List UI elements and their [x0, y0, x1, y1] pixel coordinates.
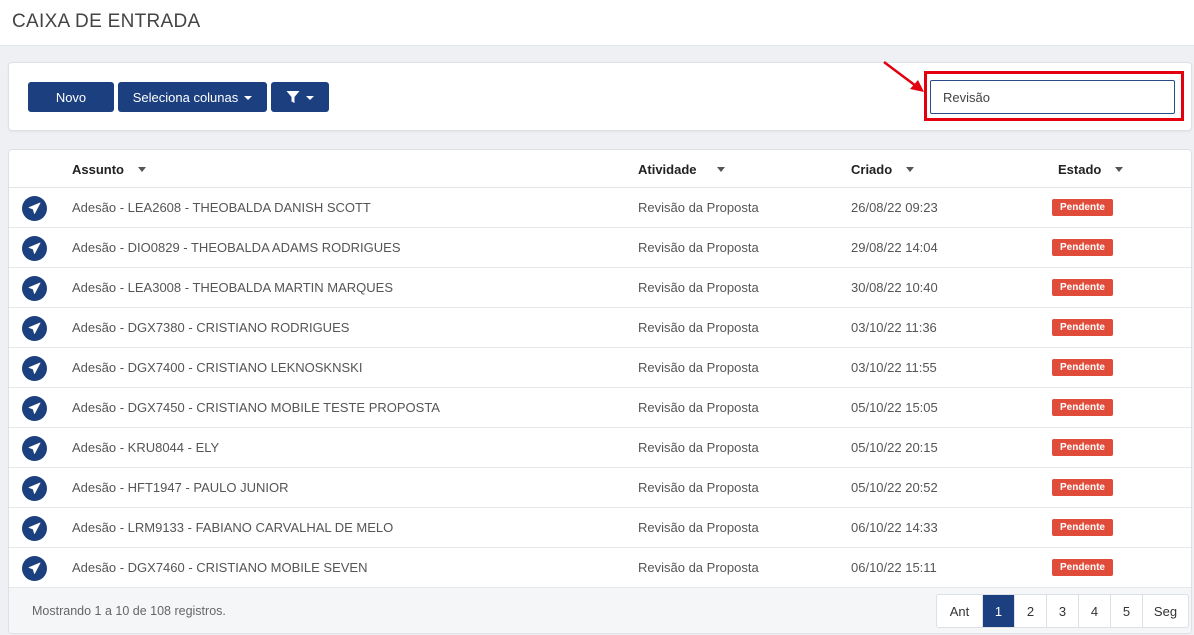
cell-created: 06/10/22 14:33 — [851, 520, 938, 535]
cell-created: 05/10/22 20:15 — [851, 440, 938, 455]
status-badge: Pendente — [1052, 239, 1113, 256]
cell-created: 30/08/22 10:40 — [851, 280, 938, 295]
table-row[interactable]: Adesão - DGX7400 - CRISTIANO LEKNOSKNSKI… — [9, 348, 1191, 388]
cell-activity: Revisão da Proposta — [638, 280, 759, 295]
cell-subject: Adesão - HFT1947 - PAULO JUNIOR — [72, 480, 289, 495]
cell-activity: Revisão da Proposta — [638, 200, 759, 215]
cell-created: 03/10/22 11:36 — [851, 320, 937, 335]
cell-created: 06/10/22 15:11 — [851, 560, 937, 575]
cell-activity: Revisão da Proposta — [638, 240, 759, 255]
status-badge: Pendente — [1052, 519, 1113, 536]
records-info: Mostrando 1 a 10 de 108 registros. — [32, 604, 226, 618]
cell-subject: Adesão - DGX7460 - CRISTIANO MOBILE SEVE… — [72, 560, 368, 575]
cell-created: 05/10/22 15:05 — [851, 400, 938, 415]
column-header-created[interactable]: Criado — [851, 162, 915, 177]
table-footer: Mostrando 1 a 10 de 108 registros. Ant 1… — [9, 588, 1191, 633]
send-icon[interactable] — [22, 356, 47, 381]
cell-created: 29/08/22 14:04 — [851, 240, 938, 255]
status-badge: Pendente — [1052, 319, 1113, 336]
filter-button[interactable] — [271, 82, 329, 112]
cell-subject: Adesão - DIO0829 - THEOBALDA ADAMS RODRI… — [72, 240, 401, 255]
sort-caret-icon — [716, 167, 725, 172]
cell-subject: Adesão - LRM9133 - FABIANO CARVALHAL DE … — [72, 520, 394, 535]
send-icon[interactable] — [22, 316, 47, 341]
cell-created: 05/10/22 20:52 — [851, 480, 938, 495]
new-button-label: Novo — [55, 89, 87, 105]
table-row[interactable]: Adesão - HFT1947 - PAULO JUNIOR Revisão d… — [9, 468, 1191, 508]
sort-caret-icon — [138, 167, 146, 172]
cell-subject: Adesão - KRU8044 - ELY — [72, 440, 220, 455]
page-title: CAIXA DE ENTRADA — [12, 11, 201, 32]
table-row[interactable]: Adesão - DGX7460 - CRISTIANO MOBILE SEVE… — [9, 548, 1191, 588]
column-header-label: Estado — [1058, 162, 1102, 177]
send-icon[interactable] — [22, 196, 47, 221]
cell-activity: Revisão da Proposta — [638, 440, 759, 455]
table-row[interactable]: Adesão - LRM9133 - FABIANO CARVALHAL DE … — [9, 508, 1191, 548]
cell-subject: Adesão - LEA2608 - THEOBALDA DANISH SCOT… — [72, 200, 371, 215]
column-header-status[interactable]: Estado — [1058, 162, 1124, 177]
status-badge: Pendente — [1052, 559, 1113, 576]
select-columns-label: Seleciona colunas — [132, 89, 239, 105]
status-badge: Pendente — [1052, 479, 1113, 496]
cell-subject: Adesão - DGX7380 - CRISTIANO RODRIGUES — [72, 320, 350, 335]
new-button[interactable]: Novo — [28, 82, 114, 112]
select-columns-button[interactable]: Seleciona colunas — [118, 82, 267, 112]
pagination-page-4[interactable]: 4 — [1078, 595, 1110, 627]
column-header-subject[interactable]: Assunto — [72, 162, 146, 177]
cell-activity: Revisão da Proposta — [638, 360, 759, 375]
cell-created: 03/10/22 11:55 — [851, 360, 937, 375]
pagination-page-5[interactable]: 5 — [1110, 595, 1142, 627]
sort-caret-icon — [1115, 167, 1124, 172]
column-header-label: Atividade — [638, 162, 697, 177]
pagination-page-3[interactable]: 3 — [1046, 595, 1078, 627]
status-badge: Pendente — [1052, 399, 1113, 416]
column-header-label: Criado — [851, 162, 893, 177]
cell-created: 26/08/22 09:23 — [851, 200, 938, 215]
table-row[interactable]: Adesão - DGX7380 - CRISTIANO RODRIGUES Re… — [9, 308, 1191, 348]
status-badge: Pendente — [1052, 439, 1113, 456]
column-header-label: Assunto — [72, 162, 124, 177]
pagination-page-2[interactable]: 2 — [1014, 595, 1046, 627]
send-icon[interactable] — [22, 516, 47, 541]
cell-activity: Revisão da Proposta — [638, 480, 759, 495]
send-icon[interactable] — [22, 556, 47, 581]
table-row[interactable]: Adesão - LEA3008 - THEOBALDA MARTIN MARQ… — [9, 268, 1191, 308]
cell-activity: Revisão da Proposta — [638, 320, 759, 335]
pagination-page-1[interactable]: 1 — [982, 595, 1014, 627]
caret-down-icon — [306, 96, 314, 100]
send-icon[interactable] — [22, 476, 47, 501]
table-row[interactable]: Adesão - DIO0829 - THEOBALDA ADAMS RODRI… — [9, 228, 1191, 268]
status-badge: Pendente — [1052, 279, 1113, 296]
table-row[interactable]: Adesão - LEA2608 - THEOBALDA DANISH SCOT… — [9, 188, 1191, 228]
status-badge: Pendente — [1052, 359, 1113, 376]
filter-icon — [286, 91, 300, 103]
send-icon[interactable] — [22, 276, 47, 301]
cell-subject: Adesão - LEA3008 - THEOBALDA MARTIN MARQ… — [72, 280, 394, 295]
table-row[interactable]: Adesão - KRU8044 - ELY Revisão da Propost… — [9, 428, 1191, 468]
pagination-prev[interactable]: Ant — [937, 595, 982, 627]
cell-activity: Revisão da Proposta — [638, 520, 759, 535]
search-input[interactable] — [930, 80, 1175, 114]
cell-activity: Revisão da Proposta — [638, 400, 759, 415]
sort-caret-icon — [906, 167, 915, 172]
annotation-arrow-search — [883, 61, 924, 92]
send-icon[interactable] — [22, 396, 47, 421]
send-icon[interactable] — [22, 436, 47, 461]
page-header: CAIXA DE ENTRADA — [0, 0, 1194, 46]
table-row[interactable]: Adesão - DGX7450 - CRISTIANO MOBILE TEST… — [9, 388, 1191, 428]
pagination-next[interactable]: Seg — [1142, 595, 1188, 627]
send-icon[interactable] — [22, 236, 47, 261]
cell-activity: Revisão da Proposta — [638, 560, 759, 575]
caret-down-icon — [244, 96, 253, 100]
inbox-table: Assunto Atividade Criado Estado Adesão -… — [8, 149, 1192, 634]
cell-subject: Adesão - DGX7400 - CRISTIANO LEKNOSKNSKI — [72, 360, 363, 375]
cell-subject: Adesão - DGX7450 - CRISTIANO MOBILE TEST… — [72, 400, 440, 415]
pagination: Ant 1 2 3 4 5 Seg — [936, 594, 1189, 628]
status-badge: Pendente — [1052, 199, 1113, 216]
table-header: Assunto Atividade Criado Estado — [9, 150, 1191, 188]
column-header-activity[interactable]: Atividade — [638, 162, 725, 177]
